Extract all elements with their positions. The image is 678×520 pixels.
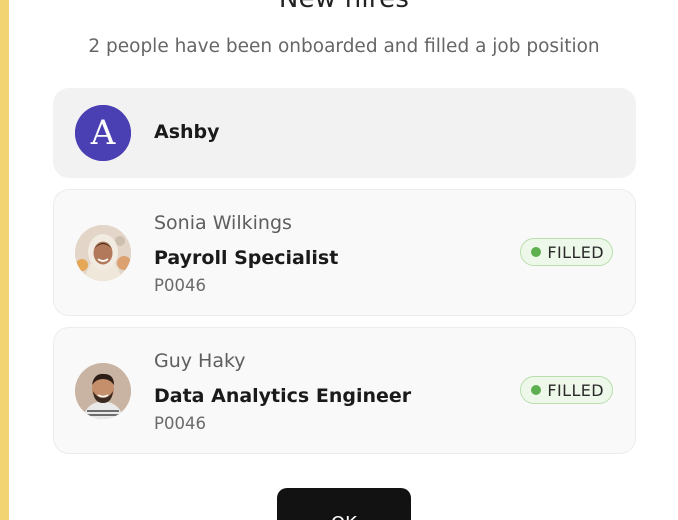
man-beard-avatar	[75, 363, 131, 419]
status-label: FILLED	[547, 380, 604, 400]
new-hires-modal: New hires 2 people have been onboarded a…	[0, 0, 678, 520]
modal-title: New hires	[0, 0, 678, 14]
company-card: A Ashby	[53, 88, 636, 178]
status-label: FILLED	[547, 242, 604, 262]
woman-headscarf-avatar	[75, 225, 131, 281]
hire-position-code: P0046	[154, 414, 206, 433]
hire-position-code: P0046	[154, 276, 206, 295]
status-badge: FILLED	[520, 376, 613, 404]
company-logo-letter: A	[90, 113, 116, 153]
hire-role: Payroll Specialist	[154, 247, 339, 269]
ok-button[interactable]: OK	[277, 488, 411, 520]
accent-bar	[0, 0, 9, 520]
status-badge: FILLED	[520, 238, 613, 266]
hire-name: Sonia Wilkings	[154, 212, 292, 234]
hire-card: Sonia Wilkings Payroll Specialist P0046 …	[53, 189, 636, 316]
modal-subtitle: 2 people have been onboarded and filled …	[88, 36, 600, 57]
hire-card: Guy Haky Data Analytics Engineer P0046 F…	[53, 327, 636, 454]
company-name: Ashby	[154, 121, 220, 143]
status-dot-icon	[531, 247, 542, 257]
ashby-logo-icon: A	[75, 105, 131, 161]
hire-name: Guy Haky	[154, 350, 246, 372]
status-dot-icon	[531, 385, 542, 395]
hire-role: Data Analytics Engineer	[154, 385, 412, 407]
